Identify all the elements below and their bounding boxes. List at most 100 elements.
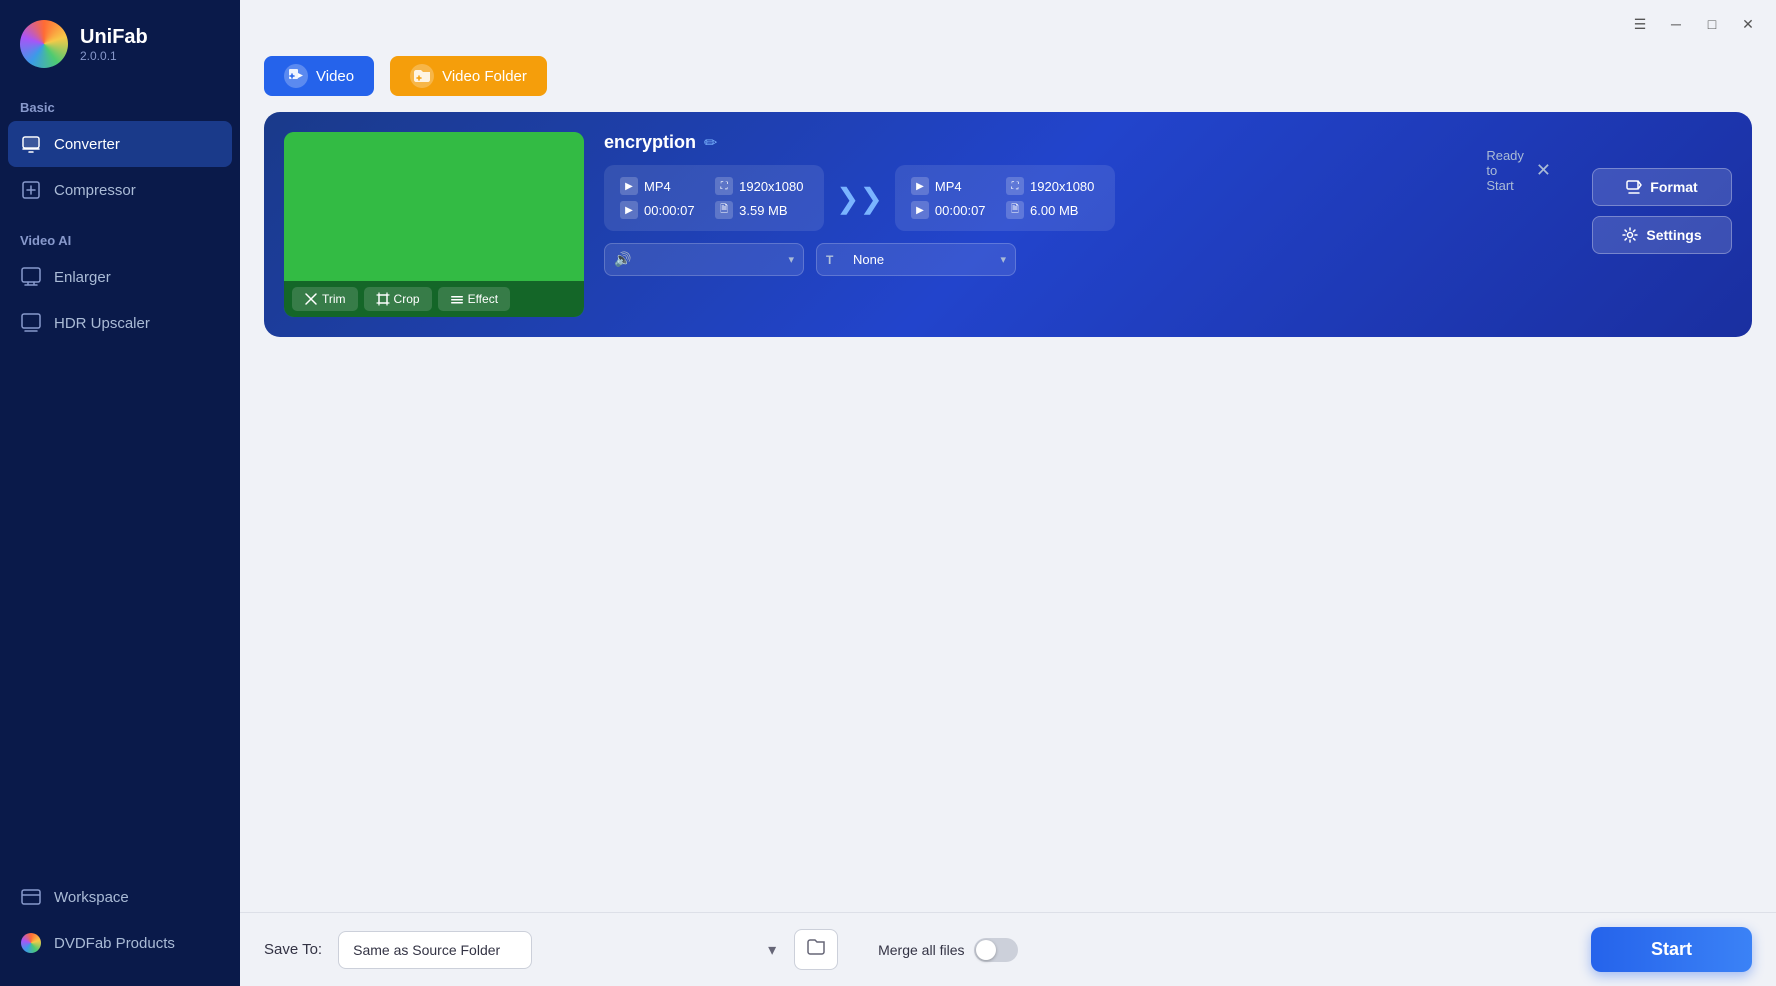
sidebar-item-dvdfab[interactable]: DVDFab Products bbox=[0, 920, 240, 966]
source-dur-icon: ▶ bbox=[620, 201, 638, 219]
video-controls-bar: Trim Crop bbox=[284, 281, 584, 317]
toggle-knob bbox=[976, 940, 996, 960]
media-selects: 🔊 ▾ T None ▾ bbox=[604, 243, 1732, 276]
trim-button[interactable]: Trim bbox=[292, 287, 358, 311]
hdr-label: HDR Upscaler bbox=[54, 315, 150, 332]
sidebar-item-compressor[interactable]: Compressor bbox=[0, 167, 240, 213]
source-size-item: 🗎 3.59 MB bbox=[715, 201, 808, 219]
source-resolution-item: ⛶ 1920x1080 bbox=[715, 177, 808, 195]
subtitle-select[interactable]: None bbox=[816, 243, 1016, 276]
save-location-wrapper: Same as Source Folder ▾ bbox=[338, 931, 786, 969]
settings-button[interactable]: Settings bbox=[1592, 216, 1732, 254]
format-btn-label: Format bbox=[1650, 179, 1697, 195]
save-to-label: Save To: bbox=[264, 941, 322, 958]
output-size-item: 🗎 6.00 MB bbox=[1006, 201, 1099, 219]
logo-text: UniFab 2.0.0.1 bbox=[80, 25, 148, 63]
converter-label: Converter bbox=[54, 136, 120, 153]
start-button[interactable]: Start bbox=[1591, 927, 1752, 972]
compressor-label: Compressor bbox=[54, 182, 136, 199]
output-duration-item: ▶ 00:00:07 bbox=[911, 201, 990, 219]
output-size-icon: 🗎 bbox=[1006, 201, 1024, 219]
crop-label: Crop bbox=[394, 292, 420, 306]
close-button[interactable]: ✕ bbox=[1732, 8, 1764, 40]
trim-label: Trim bbox=[322, 292, 346, 306]
maximize-button[interactable]: □ bbox=[1696, 8, 1728, 40]
app-version: 2.0.0.1 bbox=[80, 49, 148, 63]
video-card: Trim Crop bbox=[264, 112, 1752, 337]
close-card-button[interactable]: ✕ bbox=[1530, 158, 1557, 183]
enlarger-icon bbox=[20, 266, 42, 288]
app-logo-icon bbox=[20, 20, 68, 68]
sidebar-item-hdr-upscaler[interactable]: HDR Upscaler bbox=[0, 300, 240, 346]
video-preview bbox=[284, 132, 584, 281]
sidebar-item-workspace[interactable]: Workspace bbox=[0, 874, 240, 920]
bottom-bar: Save To: Same as Source Folder ▾ Merge a… bbox=[240, 912, 1776, 986]
save-to-select-wrap: Same as Source Folder ▾ bbox=[338, 929, 838, 970]
output-format: MP4 bbox=[935, 179, 962, 194]
add-folder-button[interactable]: Video Folder bbox=[390, 56, 547, 96]
effect-label: Effect bbox=[468, 292, 498, 306]
output-size: 6.00 MB bbox=[1030, 203, 1078, 218]
sidebar-item-enlarger[interactable]: Enlarger bbox=[0, 254, 240, 300]
video-info: encryption ✏ ▶ MP4 ⛶ 1920x1080 bbox=[604, 132, 1732, 276]
source-format-item: ▶ MP4 bbox=[620, 177, 699, 195]
section-basic-label: Basic bbox=[0, 92, 240, 121]
browse-folder-button[interactable] bbox=[794, 929, 838, 970]
sidebar: UniFab 2.0.0.1 Basic Converter bbox=[0, 0, 240, 986]
output-play-icon: ▶ bbox=[911, 177, 929, 195]
content-area: Trim Crop bbox=[240, 112, 1776, 912]
output-res-icon: ⛶ bbox=[1006, 177, 1024, 195]
ready-badge: Ready to Start ✕ bbox=[1486, 148, 1557, 193]
workspace-icon bbox=[20, 886, 42, 908]
source-size-icon: 🗎 bbox=[715, 201, 733, 219]
output-resolution-item: ⛶ 1920x1080 bbox=[1006, 177, 1099, 195]
start-label: Start bbox=[1651, 939, 1692, 959]
merge-label: Merge all files bbox=[878, 942, 964, 958]
app-name: UniFab bbox=[80, 25, 148, 49]
crop-button[interactable]: Crop bbox=[364, 287, 432, 311]
edit-title-icon[interactable]: ✏ bbox=[704, 133, 717, 153]
add-video-label: Video bbox=[316, 68, 354, 85]
output-resolution: 1920x1080 bbox=[1030, 179, 1094, 194]
compressor-icon bbox=[20, 179, 42, 201]
toolbar: Video Video Folder bbox=[240, 40, 1776, 112]
minimize-button[interactable]: ─ bbox=[1660, 8, 1692, 40]
audio-select-wrapper: 🔊 ▾ bbox=[604, 243, 804, 276]
conversion-arrow: ❯❯ bbox=[824, 182, 895, 215]
add-video-button[interactable]: Video bbox=[264, 56, 374, 96]
action-buttons: Ready to Start ✕ Format bbox=[1592, 132, 1732, 254]
settings-btn-label: Settings bbox=[1646, 227, 1701, 243]
source-size: 3.59 MB bbox=[739, 203, 787, 218]
section-video-ai-label: Video AI bbox=[0, 225, 240, 254]
window-controls: ☰ ─ □ ✕ bbox=[1624, 8, 1764, 40]
output-format-item: ▶ MP4 bbox=[911, 177, 990, 195]
sidebar-bottom: Workspace DVDFab Products bbox=[0, 874, 240, 986]
converter-icon bbox=[20, 133, 42, 155]
output-duration: 00:00:07 bbox=[935, 203, 986, 218]
dvdfab-icon bbox=[20, 932, 42, 954]
video-thumbnail: Trim Crop bbox=[284, 132, 584, 317]
audio-select[interactable] bbox=[604, 243, 804, 276]
app-container: UniFab 2.0.0.1 Basic Converter bbox=[0, 0, 1776, 986]
merge-section: Merge all files bbox=[878, 938, 1018, 962]
logo-area: UniFab 2.0.0.1 bbox=[0, 0, 240, 92]
merge-toggle[interactable] bbox=[974, 938, 1018, 962]
sidebar-item-converter[interactable]: Converter bbox=[8, 121, 232, 167]
dvdfab-label: DVDFab Products bbox=[54, 935, 175, 952]
enlarger-label: Enlarger bbox=[54, 269, 111, 286]
chevron-icon: ❯❯ bbox=[836, 182, 883, 215]
conversion-row: ▶ MP4 ⛶ 1920x1080 ▶ 00:00:07 bbox=[604, 165, 1732, 231]
main-content: Video Video Folder bbox=[240, 0, 1776, 986]
video-title-row: encryption ✏ bbox=[604, 132, 1732, 153]
save-location-select[interactable]: Same as Source Folder bbox=[338, 931, 532, 969]
save-select-arrow: ▾ bbox=[768, 940, 776, 960]
source-res-icon: ⛶ bbox=[715, 177, 733, 195]
format-button[interactable]: Format bbox=[1592, 168, 1732, 206]
source-duration-item: ▶ 00:00:07 bbox=[620, 201, 699, 219]
subtitle-select-wrapper: T None ▾ bbox=[816, 243, 1016, 276]
effect-button[interactable]: Effect bbox=[438, 287, 510, 311]
workspace-label: Workspace bbox=[54, 889, 129, 906]
add-folder-icon bbox=[410, 64, 434, 88]
top-bar bbox=[240, 0, 1776, 40]
menu-button[interactable]: ☰ bbox=[1624, 8, 1656, 40]
